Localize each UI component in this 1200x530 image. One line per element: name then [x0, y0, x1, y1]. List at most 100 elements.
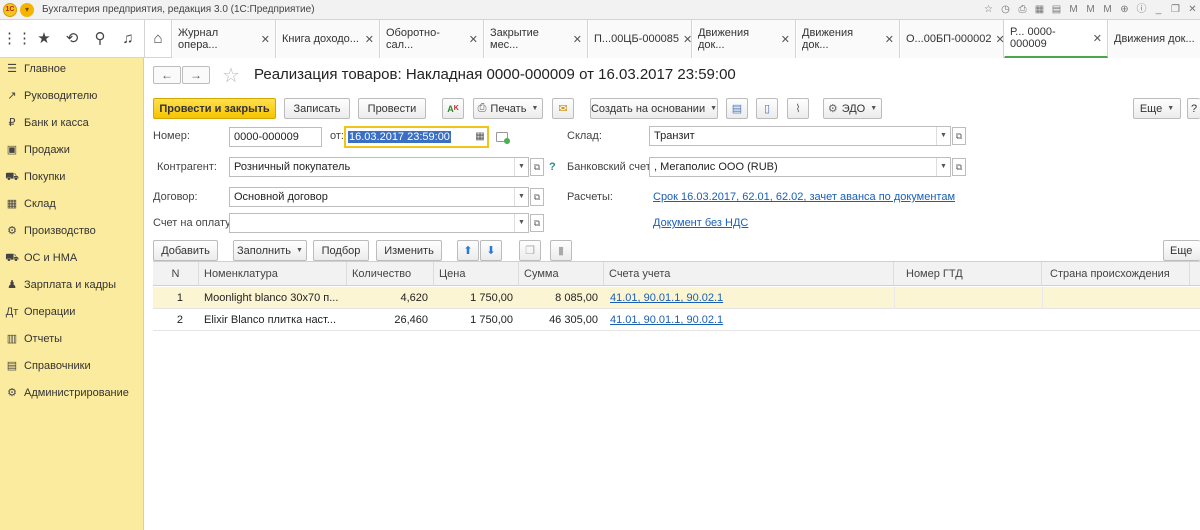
column-header-sum[interactable]: Сумма: [519, 262, 604, 286]
move-up-arrow-icon[interactable]: ⬆: [457, 240, 479, 261]
calculator-icon[interactable]: ▦: [1032, 2, 1047, 17]
calendar-icon[interactable]: ▦: [473, 128, 487, 146]
document-icon[interactable]: ▯: [756, 98, 778, 119]
open-link-icon[interactable]: ⧉: [952, 158, 966, 176]
chevron-down-icon[interactable]: ▼: [514, 188, 528, 206]
chevron-down-icon[interactable]: ▼: [514, 214, 528, 232]
cell-item[interactable]: Moonlight blanco 30x70 п...: [199, 287, 347, 309]
close-icon[interactable]: ✕: [261, 33, 270, 46]
chevron-down-icon[interactable]: ▼: [514, 158, 528, 176]
report-list-icon[interactable]: ▤: [726, 98, 748, 119]
cell-accounts-link[interactable]: 41.01, 90.01.1, 90.02.1: [604, 309, 894, 331]
cell-country[interactable]: [1042, 287, 1190, 309]
minimize-icon[interactable]: _: [1151, 2, 1166, 17]
tab-doc-movements-2[interactable]: Движения док... ✕: [796, 20, 900, 58]
main-menu-button[interactable]: ▾: [20, 3, 34, 17]
notifications-bell-icon[interactable]: ♫: [114, 20, 142, 58]
column-header-country[interactable]: Страна происхождения: [1042, 262, 1190, 286]
pick-button[interactable]: Подбор: [313, 240, 369, 261]
sidebar-item-admin[interactable]: ⚙ Администрирование: [0, 383, 144, 403]
cell-price[interactable]: 1 750,00: [434, 309, 519, 331]
number-input[interactable]: 0000-000009: [229, 127, 322, 147]
cell-quantity[interactable]: 4,620: [347, 287, 434, 309]
invoice-input[interactable]: ▼: [229, 213, 529, 233]
sidebar-item-reports[interactable]: ▥ Отчеты: [0, 329, 144, 349]
more-button[interactable]: Еще ▼: [1133, 98, 1181, 119]
open-link-icon[interactable]: ⧉: [530, 214, 544, 232]
sidebar-item-production[interactable]: ⚙ Производство: [0, 221, 144, 241]
chevron-down-icon[interactable]: ▼: [936, 158, 950, 176]
counterparty-input[interactable]: Розничный покупатель ▼: [229, 157, 529, 177]
save-button[interactable]: Записать: [284, 98, 350, 119]
contract-input[interactable]: Основной договор ▼: [229, 187, 529, 207]
cell-sum[interactable]: 8 085,00: [519, 287, 604, 309]
table-row[interactable]: 1 Moonlight blanco 30x70 п... 4,620 1 75…: [153, 287, 1200, 309]
help-button[interactable]: ?: [1187, 98, 1200, 119]
post-and-close-button[interactable]: Провести и закрыть: [153, 98, 276, 119]
tab-month-close[interactable]: Закрытие мес... ✕: [484, 20, 588, 58]
create-based-on-button[interactable]: Создать на основании ▼: [590, 98, 718, 119]
tab-doc-movements-3[interactable]: Движения док...: [1108, 20, 1200, 58]
sidebar-item-bank[interactable]: ₽ Банк и касса: [0, 113, 144, 133]
sidebar-item-manager[interactable]: ↗ Руководителю: [0, 86, 144, 106]
open-link-icon[interactable]: ⧉: [530, 158, 544, 176]
post-button[interactable]: Провести: [358, 98, 426, 119]
settlements-link[interactable]: Срок 16.03.2017, 62.01, 62.02, зачет ава…: [653, 191, 955, 203]
tab-receipt-00cb[interactable]: П...00ЦБ-000085 ✕: [588, 20, 692, 58]
table-more-button[interactable]: Еще: [1163, 240, 1200, 261]
close-icon[interactable]: ✕: [573, 33, 582, 46]
change-button[interactable]: Изменить: [376, 240, 442, 261]
add-row-button[interactable]: Добавить: [153, 240, 218, 261]
tab-sale-0000-000009[interactable]: Р... 0000-000009 ✕: [1004, 20, 1108, 58]
sidebar-item-main[interactable]: ☰ Главное: [0, 59, 144, 79]
paste-rows-icon[interactable]: ▮: [550, 240, 572, 261]
fill-button[interactable]: Заполнить ▼: [233, 240, 307, 261]
numbering-icon[interactable]: [496, 132, 510, 144]
column-header-price[interactable]: Цена: [434, 262, 519, 286]
close-window-icon[interactable]: ✕: [1185, 2, 1200, 17]
home-icon[interactable]: ⌂: [144, 20, 172, 58]
tab-operation-00bp[interactable]: О...00БП-000002 ✕: [900, 20, 1005, 58]
cell-country[interactable]: [1042, 309, 1190, 331]
table-row[interactable]: 2 Elixir Blanco плитка наст... 26,460 1 …: [153, 309, 1200, 331]
open-link-icon[interactable]: ⧉: [952, 127, 966, 145]
memory-m-plus-icon[interactable]: M: [1083, 2, 1098, 17]
column-header-accounts[interactable]: Счета учета: [604, 262, 894, 286]
sidebar-item-catalogs[interactable]: ▤ Справочники: [0, 356, 144, 376]
favorites-icon[interactable]: ☆: [981, 2, 996, 17]
cell-quantity[interactable]: 26,460: [347, 309, 434, 331]
apps-grid-icon[interactable]: ⋮⋮: [2, 20, 32, 58]
cell-gtd[interactable]: [894, 287, 1042, 309]
help-question-icon[interactable]: ?: [549, 161, 556, 173]
sidebar-item-warehouse[interactable]: ▦ Склад: [0, 194, 144, 214]
column-header-n[interactable]: N: [153, 262, 199, 286]
close-icon[interactable]: ✕: [469, 33, 478, 46]
cell-gtd[interactable]: [894, 309, 1042, 331]
sidebar-item-salary[interactable]: ♟ Зарплата и кадры: [0, 275, 144, 295]
forward-button[interactable]: →: [182, 66, 210, 84]
favorite-star-icon[interactable]: ☆: [222, 63, 240, 88]
favorites-star-icon[interactable]: ★: [30, 20, 58, 58]
open-link-icon[interactable]: ⧉: [530, 188, 544, 206]
edo-button[interactable]: ⚙ ЭДО ▼: [823, 98, 882, 119]
memory-m-minus-icon[interactable]: M: [1100, 2, 1115, 17]
print-icon[interactable]: ⎙: [1015, 2, 1030, 17]
warehouse-input[interactable]: Транзит ▼: [649, 126, 951, 146]
sidebar-item-sales[interactable]: ▣ Продажи: [0, 140, 144, 160]
cell-item[interactable]: Elixir Blanco плитка наст...: [199, 309, 347, 331]
date-input[interactable]: 16.03.2017 23:59:00 ▦: [344, 126, 489, 148]
cell-accounts-link[interactable]: 41.01, 90.01.1, 90.02.1: [604, 287, 894, 309]
close-icon[interactable]: ✕: [365, 33, 374, 46]
calendar-icon[interactable]: ▤: [1049, 2, 1064, 17]
print-button[interactable]: ⎙ Печать ▼: [473, 98, 543, 119]
tab-turnover-balance[interactable]: Оборотно-сал... ✕: [380, 20, 484, 58]
tab-doc-movements-1[interactable]: Движения док... ✕: [692, 20, 796, 58]
attachment-clip-icon[interactable]: ⌇: [787, 98, 809, 119]
chevron-down-icon[interactable]: ▼: [936, 127, 950, 145]
sidebar-item-operations[interactable]: Дт Операции: [0, 302, 144, 322]
tab-income-book[interactable]: Книга доходо... ✕: [276, 20, 380, 58]
memory-m-icon[interactable]: M: [1066, 2, 1081, 17]
bank-account-input[interactable]: , Мегаполис ООО (RUB) ▼: [649, 157, 951, 177]
history-clock-icon[interactable]: ⟲: [58, 20, 86, 58]
cell-price[interactable]: 1 750,00: [434, 287, 519, 309]
